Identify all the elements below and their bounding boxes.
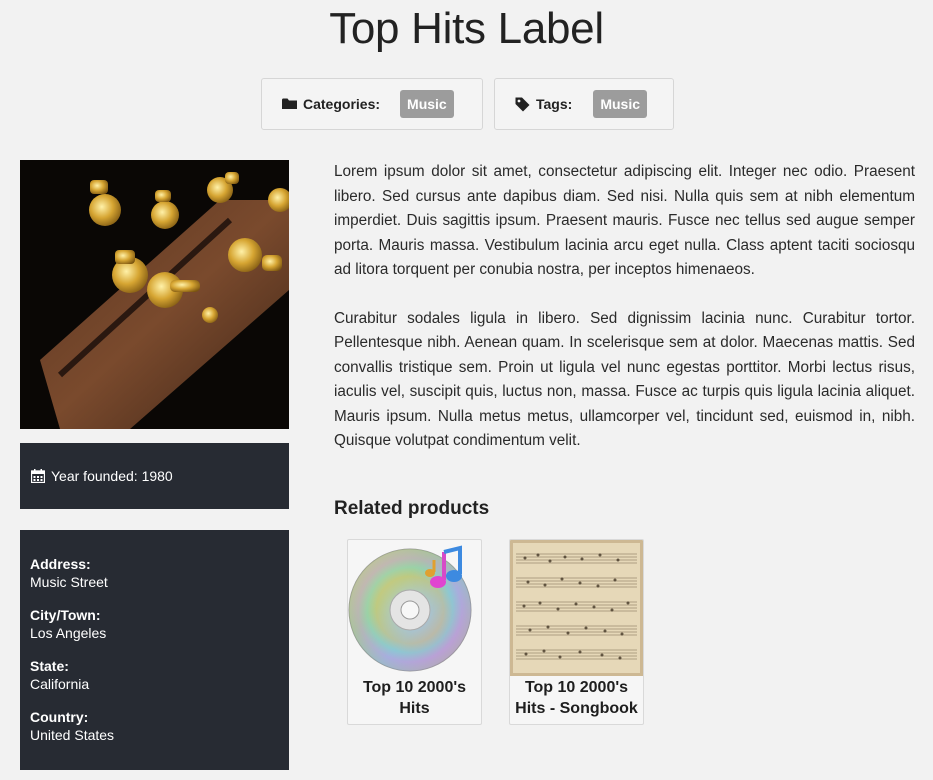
- state-label: State:: [30, 658, 69, 674]
- related-products-title: Related products: [334, 498, 490, 519]
- tag-icon: [515, 97, 530, 112]
- category-music-link[interactable]: Music: [400, 90, 454, 118]
- address-box: Address: Music Street City/Town: Los Ang…: [20, 530, 289, 770]
- related-product-name-1[interactable]: Top 10 2000's Hits: [348, 677, 481, 719]
- year-founded-text: Year founded: 1980: [51, 468, 173, 484]
- related-product-card-1[interactable]: Top 10 2000's Hits: [347, 539, 482, 725]
- country-label: Country:: [30, 709, 89, 725]
- city-label: City/Town:: [30, 607, 101, 623]
- description: Lorem ipsum dolor sit amet, consectetur …: [334, 160, 915, 478]
- description-paragraph-1: Lorem ipsum dolor sit amet, consectetur …: [334, 163, 915, 278]
- categories-box: Categories: Music: [261, 78, 483, 130]
- tags-label: Tags:: [536, 96, 573, 112]
- year-founded-box: Year founded: 1980: [20, 443, 289, 509]
- description-paragraph-2: Curabitur sodales ligula in libero. Sed …: [334, 309, 915, 450]
- music-cd-icon[interactable]: [348, 540, 481, 676]
- address-label: Address:: [30, 556, 91, 572]
- tags-box: Tags: Music: [494, 78, 674, 130]
- sheet-music-icon[interactable]: [510, 540, 643, 676]
- tag-music-link[interactable]: Music: [593, 90, 647, 118]
- state-value: California: [30, 676, 90, 692]
- related-product-name-2[interactable]: Top 10 2000's Hits - Songbook: [510, 677, 643, 719]
- related-product-card-2[interactable]: Top 10 2000's Hits - Songbook: [509, 539, 644, 725]
- guitar-headstock-image: [20, 160, 289, 429]
- country-value: United States: [30, 727, 115, 743]
- page-title: Top Hits Label: [329, 4, 604, 53]
- address-value: Music Street: [30, 574, 108, 590]
- folder-icon: [282, 98, 297, 110]
- city-value: Los Angeles: [30, 625, 107, 641]
- calendar-icon: [31, 469, 45, 483]
- categories-label: Categories:: [303, 96, 381, 112]
